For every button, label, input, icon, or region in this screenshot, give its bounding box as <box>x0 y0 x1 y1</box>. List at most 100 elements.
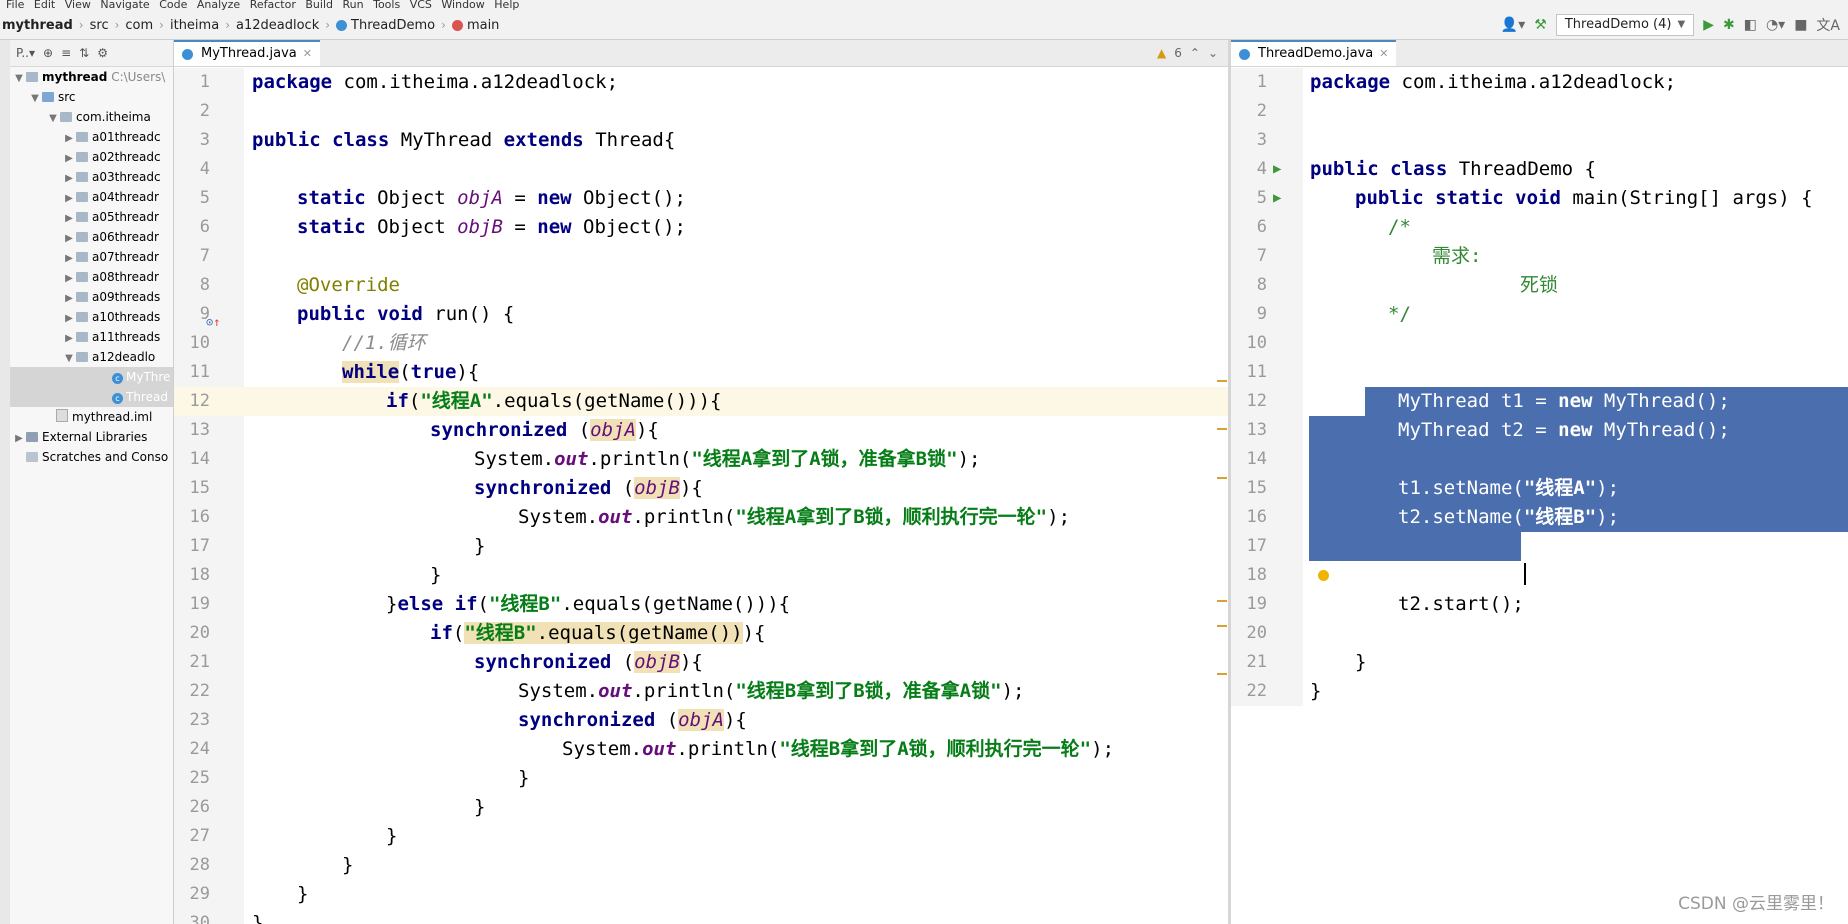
menu-edit[interactable]: Edit <box>34 0 55 11</box>
tree-item-a08[interactable]: ▶ a08threadr <box>10 267 173 287</box>
chevron-up-icon[interactable]: ⌃ <box>1190 46 1200 60</box>
tree-item-a01[interactable]: ▶ a01threadc <box>10 127 173 147</box>
menu-code[interactable]: Code <box>159 0 187 11</box>
code-line-11[interactable]: 11 <box>1231 358 1848 387</box>
breadcrumb-com[interactable]: com <box>125 18 153 33</box>
tree-item-mythread-file[interactable]: c MyThre <box>10 367 173 387</box>
code-line-12[interactable]: 12 MyThread t1 = new MyThread(); <box>1231 387 1848 416</box>
collapse-all-icon[interactable]: ⇅ <box>79 46 89 60</box>
coverage-icon[interactable]: ◧ <box>1744 17 1757 33</box>
breadcrumb-src[interactable]: src <box>90 18 109 33</box>
locate-icon[interactable]: ⊕ <box>43 46 53 60</box>
tab-threaddemo[interactable]: ThreadDemo.java ✕ <box>1231 40 1397 66</box>
menu-view[interactable]: View <box>65 0 91 11</box>
code-line-30[interactable]: 30} <box>174 909 1228 924</box>
close-icon[interactable]: ✕ <box>1379 42 1388 66</box>
code-line-21[interactable]: 21} <box>1231 648 1848 677</box>
code-line-6[interactable]: 6 static Object objB = new Object(); <box>174 213 1228 242</box>
code-line-26[interactable]: 26} <box>174 793 1228 822</box>
tree-item-a10[interactable]: ▶ a10threads <box>10 307 173 327</box>
code-line-3[interactable]: 3 public class MyThread extends Thread{ <box>174 126 1228 155</box>
tree-item-a06[interactable]: ▶ a06threadr <box>10 227 173 247</box>
code-line-17[interactable]: 17 <box>1231 532 1848 561</box>
editor-threaddemo[interactable]: ThreadDemo.java ✕ 1 package com.itheima.a… <box>1231 40 1848 924</box>
code-line-10[interactable]: 10 //1.循环 <box>174 329 1228 358</box>
breadcrumb-project[interactable]: mythread <box>2 18 73 33</box>
tree-item-a07[interactable]: ▶ a07threadr <box>10 247 173 267</box>
warning-marker[interactable] <box>1217 625 1227 627</box>
error-stripe[interactable] <box>1217 40 1228 924</box>
code-line-12[interactable]: 12 if("线程A".equals(getName())){ <box>174 387 1228 416</box>
translate-icon[interactable]: 文A <box>1816 15 1840 35</box>
code-line-19[interactable]: 19}else if("线程B".equals(getName())){ <box>174 590 1228 619</box>
profile-icon[interactable]: ◔▾ <box>1766 17 1785 33</box>
close-icon[interactable]: ✕ <box>303 42 312 66</box>
code-line-21[interactable]: 21 synchronized (objB){ <box>174 648 1228 677</box>
code-line-18[interactable]: 18 t1.start(); <box>1231 561 1848 590</box>
code-line-14[interactable]: 14 System.out.println("线程A拿到了A锁，准备拿B锁"); <box>174 445 1228 474</box>
breadcrumb-itheima[interactable]: itheima <box>170 18 219 33</box>
tree-item-src[interactable]: ▼ src <box>10 87 173 107</box>
code-line-5[interactable]: 5 ▶ public static void main(String[] args)… <box>1231 184 1848 213</box>
gear-icon[interactable]: ⚙ <box>97 46 108 60</box>
tree-item-a03[interactable]: ▶ a03threadc <box>10 167 173 187</box>
code-line-27[interactable]: 27} <box>174 822 1228 851</box>
code-line-3[interactable]: 3 <box>1231 126 1848 155</box>
code-line-8[interactable]: 8 死锁 <box>1231 271 1848 300</box>
tree-item-a11[interactable]: ▶ a11threads <box>10 327 173 347</box>
code-line-1[interactable]: 1 package com.itheima.a12deadlock; <box>1231 68 1848 97</box>
chevron-down-icon[interactable]: ⌄ <box>1208 46 1218 60</box>
code-line-6[interactable]: 6 /* <box>1231 213 1848 242</box>
tree-item-root[interactable]: ▼ mythread C:\Users\ <box>10 67 173 87</box>
warning-marker[interactable] <box>1217 380 1227 382</box>
code-line-23[interactable]: 23 synchronized (objA){ <box>174 706 1228 735</box>
code-line-9[interactable]: 9 */ <box>1231 300 1848 329</box>
menu-refactor[interactable]: Refactor <box>250 0 296 11</box>
warning-marker[interactable] <box>1217 428 1227 430</box>
debug-icon[interactable]: ✱ <box>1723 17 1735 33</box>
run-configuration-select[interactable]: ThreadDemo (4) ▼ <box>1555 14 1695 36</box>
code-line-4[interactable]: 4 <box>174 155 1228 184</box>
menu-window[interactable]: Window <box>441 0 484 11</box>
inspection-widget[interactable]: ▲ 6 ⌃ ⌄ <box>1157 46 1218 60</box>
menu-vcs[interactable]: VCS <box>410 0 432 11</box>
tree-item-scratches[interactable]: Scratches and Conso <box>10 447 173 467</box>
code-line-22[interactable]: 22 System.out.println("线程B拿到了B锁，准备拿A锁"); <box>174 677 1228 706</box>
expand-all-icon[interactable]: ≡ <box>61 46 71 60</box>
code-line-20[interactable]: 20 <box>1231 619 1848 648</box>
tree-item-package[interactable]: ▼ com.itheima <box>10 107 173 127</box>
breadcrumb-threaddemo[interactable]: ThreadDemo <box>351 18 435 33</box>
tree-item-a02[interactable]: ▶ a02threadc <box>10 147 173 167</box>
menu-help[interactable]: Help <box>494 0 519 11</box>
code-line-7[interactable]: 7 <box>174 242 1228 271</box>
tree-item-a09[interactable]: ▶ a09threads <box>10 287 173 307</box>
warning-marker[interactable] <box>1217 673 1227 675</box>
menu-file[interactable]: File <box>6 0 24 11</box>
code-line-20[interactable]: 20 if("线程B".equals(getName())){ <box>174 619 1228 648</box>
code-area[interactable]: 1 package com.itheima.a12deadlock; 2 3 4 ▶… <box>1231 68 1848 706</box>
tab-mythread[interactable]: MyThread.java ✕ <box>174 40 320 66</box>
code-line-16[interactable]: 16 System.out.println("线程A拿到了B锁，顺利执行完一轮")… <box>174 503 1228 532</box>
user-icon[interactable]: 👤▾ <box>1501 17 1525 33</box>
code-line-24[interactable]: 24 System.out.println("线程B拿到了A锁，顺利执行完一轮")… <box>174 735 1228 764</box>
menu-analyze[interactable]: Analyze <box>197 0 240 11</box>
code-line-11[interactable]: 11 while(true){ <box>174 358 1228 387</box>
project-view-select[interactable]: P..▾ <box>16 46 35 60</box>
run-gutter-icon[interactable]: ▶ <box>1273 184 1281 213</box>
tree-item-a04[interactable]: ▶ a04threadr <box>10 187 173 207</box>
code-line-7[interactable]: 7 需求: <box>1231 242 1848 271</box>
stop-icon[interactable]: ■ <box>1794 17 1807 33</box>
editor-mythread[interactable]: MyThread.java ✕ ▲ 6 ⌃ ⌄ 1 package com.ith… <box>174 40 1228 924</box>
code-line-8[interactable]: 8 @Override <box>174 271 1228 300</box>
code-line-13[interactable]: 13 MyThread t2 = new MyThread(); <box>1231 416 1848 445</box>
tree-item-a12[interactable]: ▼ a12deadlo <box>10 347 173 367</box>
tree-item-a05[interactable]: ▶ a05threadr <box>10 207 173 227</box>
code-line-4[interactable]: 4 ▶ public class ThreadDemo { <box>1231 155 1848 184</box>
run-gutter-icon[interactable]: ▶ <box>1273 155 1281 184</box>
warning-marker[interactable] <box>1217 600 1227 602</box>
code-line-9[interactable]: 9 ⊙↑ public void run() { <box>174 300 1228 329</box>
code-line-2[interactable]: 2 <box>174 97 1228 126</box>
code-line-18[interactable]: 18} <box>174 561 1228 590</box>
code-line-15[interactable]: 15 synchronized (objB){ <box>174 474 1228 503</box>
tree-item-external-libraries[interactable]: ▶ External Libraries <box>10 427 173 447</box>
